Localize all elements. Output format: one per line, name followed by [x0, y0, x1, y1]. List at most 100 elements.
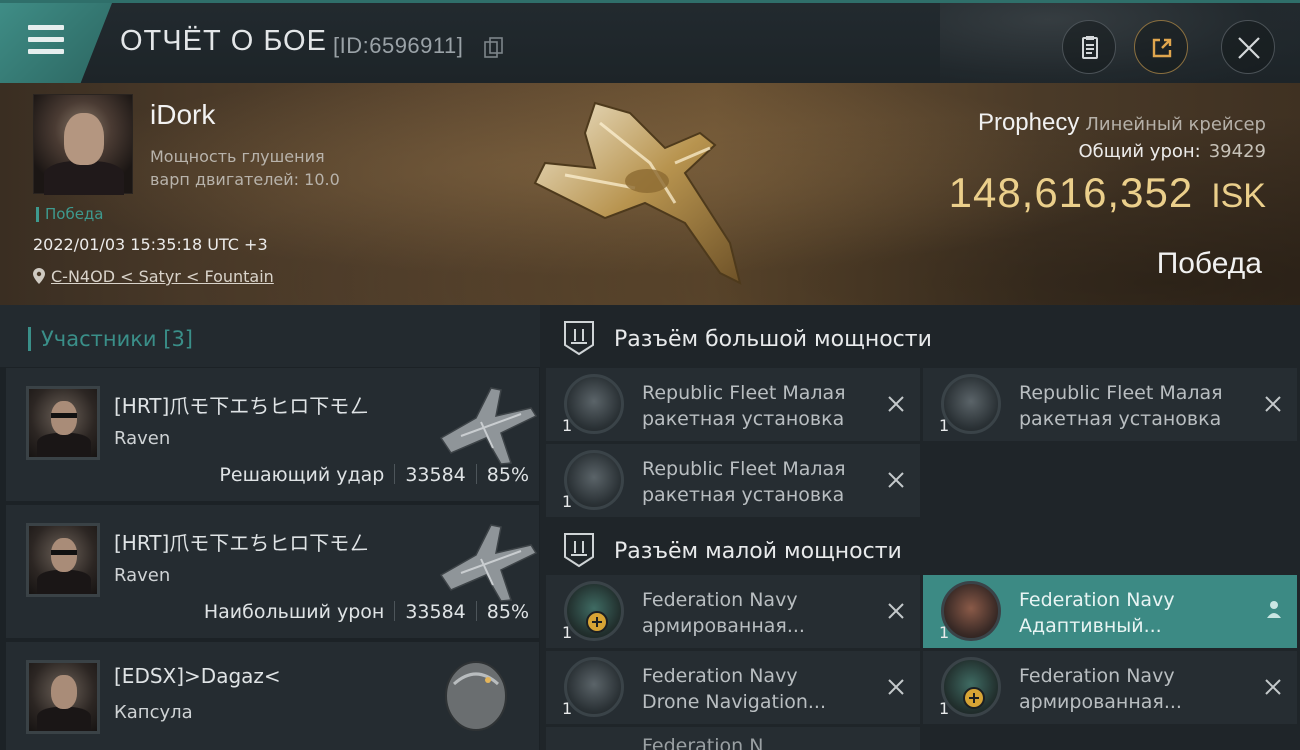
- header-bar: ОТЧЁТ О БОЕ [ID:6596911]: [0, 0, 1300, 83]
- participant-stats: Наибольший урон 33584 85%: [204, 601, 529, 623]
- location-link[interactable]: C-N4OD < Satyr < Fountain: [51, 267, 274, 286]
- participant-ship: Raven: [114, 565, 171, 586]
- module-name: Federation Navy Drone Navigation...: [642, 663, 872, 715]
- participant-avatar[interactable]: [26, 660, 100, 734]
- battle-result: Победа: [1156, 247, 1262, 280]
- module-name-line2: ракетная установка: [642, 484, 845, 506]
- participant-name[interactable]: [HRT]爪モ下エちヒロ下モㄥ: [114, 527, 369, 556]
- module-name: Republic Fleet Малая ракетная установка: [642, 380, 872, 432]
- drone-navigation-icon: [564, 657, 624, 717]
- participant-row[interactable]: [HRT]爪モ下エちヒロ下モㄥ Raven Наибольший урон 335…: [6, 505, 539, 638]
- module-quantity: 1: [562, 416, 573, 435]
- victim-stat-line2: варп двигателей: 10.0: [150, 170, 340, 189]
- participants-title: Участники: [41, 327, 157, 351]
- menu-icon: [28, 25, 64, 55]
- participant-ship-image[interactable]: [431, 515, 541, 605]
- module-slot[interactable]: 1 Republic Fleet Малая ракетная установк…: [546, 444, 920, 517]
- module-name: Republic Fleet Малая ракетная установка: [1019, 380, 1249, 432]
- destroyed-icon: [1265, 679, 1281, 695]
- report-id: [ID:6596911]: [333, 33, 464, 58]
- participant-avatar[interactable]: [26, 523, 100, 597]
- total-damage: Общий урон: 39429: [1078, 141, 1266, 162]
- module-quantity: 1: [939, 623, 950, 642]
- share-button[interactable]: [1134, 20, 1188, 74]
- module-name-line1: Republic Fleet Малая: [1019, 382, 1223, 404]
- module-name-line2: ракетная установка: [1019, 408, 1222, 430]
- isk-unit: ISK: [1211, 177, 1266, 215]
- module-name: Federation Navy армированная...: [642, 587, 872, 639]
- module-name-line1: Republic Fleet Малая: [642, 458, 846, 480]
- module-name-line1: Federation Navy: [642, 589, 798, 611]
- page-title: ОТЧЁТ О БОЕ: [120, 25, 327, 57]
- participant-damage: 33584: [405, 601, 466, 623]
- module-name-line2: Адаптивный...: [1019, 615, 1162, 637]
- participants-header: Участники [3]: [0, 305, 540, 367]
- participant-row[interactable]: [HRT]爪モ下エちヒロ下モㄥ Raven Решающий удар 33584…: [6, 368, 539, 501]
- dropped-person-icon: [1267, 601, 1281, 618]
- module-slot[interactable]: 1 Republic Fleet Малая ракетная установк…: [923, 368, 1297, 441]
- module-slot[interactable]: 1 Republic Fleet Малая ракетная установк…: [546, 368, 920, 441]
- participant-ship-image[interactable]: [431, 378, 541, 468]
- module-name-line1: Federation Navy: [1019, 589, 1175, 611]
- plus-icon: [586, 611, 608, 633]
- victim-stat-line1: Мощность глушения: [150, 147, 325, 166]
- victim-ship-type[interactable]: Prophecy Линейный крейсер: [978, 109, 1266, 137]
- participant-ship: Raven: [114, 428, 171, 449]
- victim-stat: Мощность глушения варп двигателей: 10.0: [150, 145, 370, 191]
- participant-name[interactable]: [HRT]爪モ下エちヒロ下モㄥ: [114, 390, 369, 419]
- fitting-panel: Разъём большой мощности 1 Republic Fleet…: [540, 305, 1300, 750]
- ship-name: Prophecy: [977, 109, 1080, 136]
- module-name: Federation Navy Адаптивный...: [1019, 587, 1249, 639]
- victim-status-badge: Победа: [36, 207, 104, 222]
- participants-count: [3]: [163, 327, 193, 351]
- copy-icon[interactable]: [484, 37, 504, 59]
- module-name-line1: Federation Navy: [1019, 665, 1175, 687]
- participant-percent: 85%: [486, 601, 529, 623]
- destroyed-icon: [888, 396, 904, 412]
- module-quantity: 1: [562, 492, 573, 511]
- kill-location[interactable]: C-N4OD < Satyr < Fountain: [33, 267, 274, 286]
- destroyed-icon: [888, 679, 904, 695]
- module-slot[interactable]: 1 Federation Navy армированная...: [546, 575, 920, 648]
- capsule-image[interactable]: [436, 654, 516, 734]
- menu-button[interactable]: [0, 3, 112, 83]
- module-name: Republic Fleet Малая ракетная установка: [642, 456, 872, 508]
- module-name: Federation Navy армированная...: [1019, 663, 1249, 715]
- close-button[interactable]: [1221, 20, 1275, 74]
- destroyed-icon: [888, 472, 904, 488]
- launcher-icon: [564, 374, 624, 434]
- module-slot[interactable]: 1 Federation Navy Адаптивный...: [923, 575, 1297, 648]
- module-slot-partial[interactable]: Federation N: [546, 727, 920, 750]
- participant-damage: 33584: [405, 464, 466, 486]
- module-quantity: 1: [939, 699, 950, 718]
- close-icon: [1238, 37, 1260, 59]
- destroyed-icon: [888, 603, 904, 619]
- victim-panel: iDork Мощность глушения варп двигателей:…: [0, 83, 1300, 305]
- module-quantity: 1: [939, 416, 950, 435]
- participant-ship: Капсула: [114, 702, 193, 723]
- victim-ship-image[interactable]: [525, 93, 765, 293]
- module-name-line2: Drone Navigation...: [642, 691, 827, 713]
- clipboard-button[interactable]: [1062, 20, 1116, 74]
- launcher-icon: [564, 450, 624, 510]
- low-slot-icon: [564, 533, 594, 568]
- launcher-icon: [941, 374, 1001, 434]
- participant-name[interactable]: [EDSX]>Dagaz<: [114, 664, 281, 688]
- victim-avatar[interactable]: [33, 94, 133, 195]
- total-damage-value: 39429: [1208, 141, 1266, 162]
- share-icon: [1152, 38, 1172, 58]
- module-slot[interactable]: 1 Federation Navy армированная...: [923, 651, 1297, 724]
- participant-role: Наибольший урон: [203, 601, 385, 623]
- location-pin-icon: [33, 268, 45, 284]
- low-slot-title: Разъём малой мощности: [614, 539, 902, 564]
- isk-value: 148,616,352 ISK: [949, 169, 1266, 217]
- module-slot[interactable]: 1 Federation Navy Drone Navigation...: [546, 651, 920, 724]
- high-slot-title: Разъём большой мощности: [614, 327, 932, 352]
- module-name-line1: Federation Navy: [642, 665, 798, 687]
- module-name-line2: армированная...: [642, 615, 805, 637]
- participant-avatar[interactable]: [26, 386, 100, 460]
- module-name-line1: Republic Fleet Малая: [642, 382, 846, 404]
- victim-name[interactable]: iDork: [150, 99, 215, 131]
- module-name-line2: ракетная установка: [642, 408, 845, 430]
- participant-row[interactable]: [EDSX]>Dagaz< Капсула: [6, 642, 539, 750]
